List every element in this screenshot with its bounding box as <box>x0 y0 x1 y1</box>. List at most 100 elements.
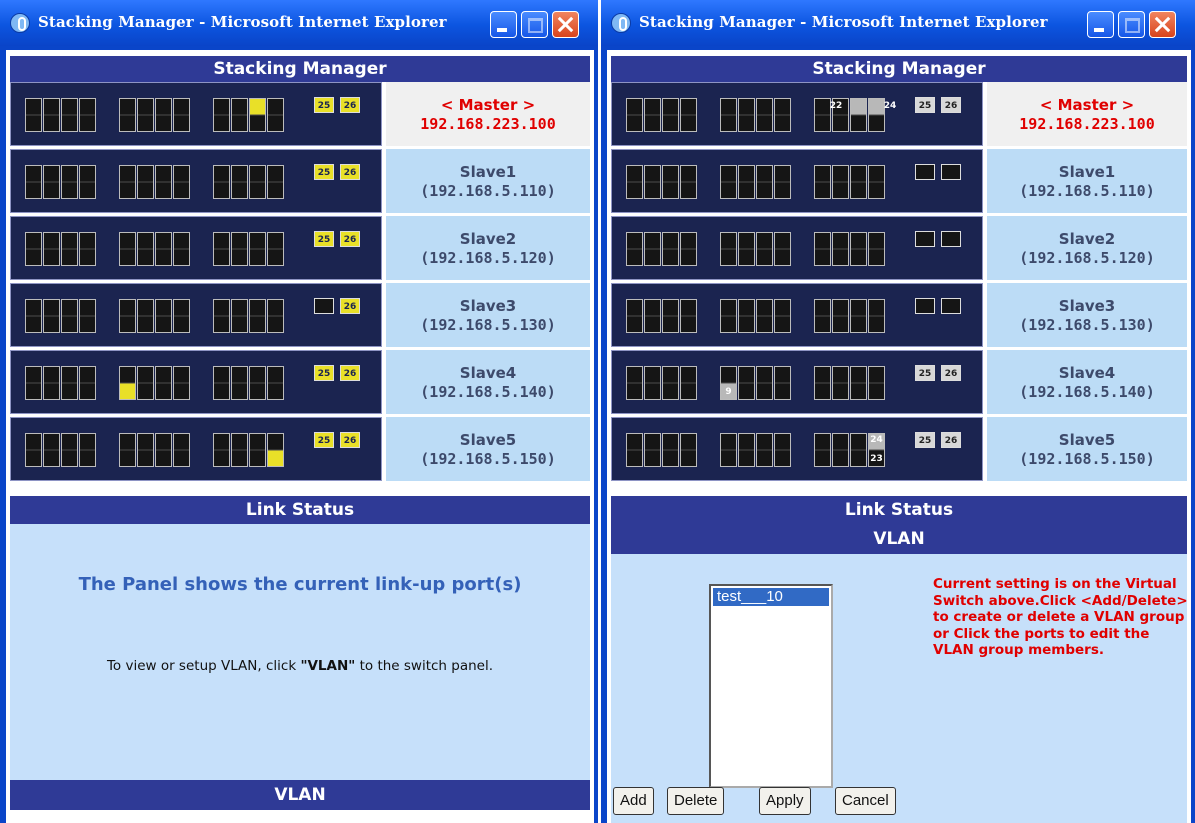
switch-row-slave1[interactable]: 25 26 Slave1 (192.168.5.110) <box>10 149 590 213</box>
uplink-port-26[interactable] <box>941 164 961 180</box>
switch-panel[interactable]: 25 26 <box>10 350 382 414</box>
minimize-button[interactable] <box>490 11 517 38</box>
uplink-port-26[interactable]: 26 <box>340 164 360 180</box>
window-title: Stacking Manager - Microsoft Internet Ex… <box>38 13 447 31</box>
uplink-port-26[interactable]: 26 <box>340 365 360 381</box>
uplink-port-25[interactable]: 25 <box>915 365 935 381</box>
maximize-button[interactable] <box>521 11 548 38</box>
uplink-port-26[interactable]: 26 <box>941 365 961 381</box>
uplink-port-26[interactable]: 26 <box>340 432 360 448</box>
uplink-port-25[interactable]: 25 <box>314 432 334 448</box>
port-22-active[interactable] <box>249 98 266 132</box>
uplink-port-25[interactable]: 25 <box>314 97 334 113</box>
uplink-port-25[interactable] <box>314 298 334 314</box>
switch-info: Slave3 (192.168.5.130) <box>386 283 590 347</box>
maximize-button[interactable] <box>1118 11 1145 38</box>
vlan-tab[interactable]: VLAN <box>611 524 1187 554</box>
switch-label: Slave5 <box>459 431 517 449</box>
switch-row-slave2[interactable]: 25 26 Slave2 (192.168.5.120) <box>10 216 590 280</box>
stacking-manager-window-left: Stacking Manager - Microsoft Internet Ex… <box>0 0 598 823</box>
panel-message: To view or setup VLAN, click "VLAN" to t… <box>106 658 494 674</box>
switch-ip: (192.168.5.140) <box>1019 383 1155 401</box>
switch-ip: (192.168.5.130) <box>1019 316 1155 334</box>
switch-row-slave5[interactable]: 24 23 25 26 Slave5 (192.168.5.150) <box>611 417 1187 481</box>
uplink-port-25[interactable]: 25 <box>314 365 334 381</box>
uplink-port-25[interactable] <box>915 164 935 180</box>
port-9-active[interactable] <box>119 366 136 400</box>
uplink-port-26[interactable]: 26 <box>340 298 360 314</box>
switch-panel[interactable] <box>611 216 983 280</box>
switch-row-slave1[interactable]: Slave1 (192.168.5.110) <box>611 149 1187 213</box>
link-status-tab[interactable]: Link Status <box>10 496 590 524</box>
switch-row-slave3[interactable]: 26 Slave3 (192.168.5.130) <box>10 283 590 347</box>
switch-panel[interactable]: 24 23 25 26 <box>611 417 983 481</box>
port-23-active[interactable] <box>267 433 284 467</box>
vlan-panel: test___10 Current setting is on the Virt… <box>611 554 1188 823</box>
port-label-24: 24 <box>883 101 897 111</box>
switch-row-master[interactable]: 25 26 < Master > 192.168.223.100 <box>10 82 590 146</box>
switch-panel[interactable]: 9 25 26 <box>611 350 983 414</box>
apply-button[interactable]: Apply <box>759 787 811 815</box>
switch-ip: (192.168.5.140) <box>420 383 556 401</box>
switch-row-slave4[interactable]: 9 25 26 Slave4 (192.168.5.140) <box>611 350 1187 414</box>
uplink-port-26[interactable]: 26 <box>340 231 360 247</box>
switch-label: Slave4 <box>1058 364 1116 382</box>
uplink-port-26[interactable]: 26 <box>340 97 360 113</box>
link-status-panel: The Panel shows the current link-up port… <box>10 524 590 780</box>
switch-label: Slave4 <box>459 364 517 382</box>
switch-ip: (192.168.5.130) <box>420 316 556 334</box>
port-group-1[interactable] <box>25 98 96 132</box>
add-button[interactable]: Add <box>613 787 654 815</box>
switch-info: Slave1 (192.168.5.110) <box>386 149 590 213</box>
port-22-member[interactable] <box>850 98 867 132</box>
switch-row-master[interactable]: 22 24 25 26 < Master > 192.168.223.100 <box>611 82 1187 146</box>
window-title: Stacking Manager - Microsoft Internet Ex… <box>639 13 1048 31</box>
uplink-port-26[interactable]: 26 <box>941 432 961 448</box>
switch-row-slave3[interactable]: Slave3 (192.168.5.130) <box>611 283 1187 347</box>
switch-row-slave4[interactable]: 25 26 Slave4 (192.168.5.140) <box>10 350 590 414</box>
switch-panel[interactable]: 25 26 <box>10 417 382 481</box>
stacking-manager-window-right: Stacking Manager - Microsoft Internet Ex… <box>601 0 1195 823</box>
switch-row-slave2[interactable]: Slave2 (192.168.5.120) <box>611 216 1187 280</box>
switch-panel[interactable] <box>611 283 983 347</box>
switch-row-slave5[interactable]: 25 26 Slave5 (192.168.5.150) <box>10 417 590 481</box>
port-group-3[interactable] <box>213 98 284 132</box>
uplink-port-26[interactable] <box>941 298 961 314</box>
title-bar[interactable]: Stacking Manager - Microsoft Internet Ex… <box>601 0 1195 46</box>
switch-panel[interactable]: 25 26 <box>10 149 382 213</box>
uplink-port-25[interactable]: 25 <box>915 432 935 448</box>
port-label-23: 23 <box>870 454 883 464</box>
vlan-list-item[interactable]: test___10 <box>713 588 829 606</box>
link-status-tab[interactable]: Link Status <box>611 496 1187 524</box>
switch-label: Slave2 <box>1058 230 1116 248</box>
title-bar[interactable]: Stacking Manager - Microsoft Internet Ex… <box>0 0 598 46</box>
uplink-port-26[interactable] <box>941 231 961 247</box>
client-area: Stacking Manager 22 24 25 26 < Master > … <box>607 50 1191 823</box>
switch-label: Slave2 <box>459 230 517 248</box>
close-button[interactable] <box>552 11 579 38</box>
switch-panel[interactable] <box>611 149 983 213</box>
switch-info: Slave2 (192.168.5.120) <box>987 216 1187 280</box>
uplink-port-25[interactable] <box>915 298 935 314</box>
switch-panel[interactable]: 25 26 <box>10 82 382 146</box>
minimize-button[interactable] <box>1087 11 1114 38</box>
switch-label: < Master > <box>440 96 536 114</box>
uplink-port-25[interactable] <box>915 231 935 247</box>
port-group-2[interactable] <box>119 98 190 132</box>
stacking-manager-header: Stacking Manager <box>611 56 1187 82</box>
switch-panel[interactable]: 26 <box>10 283 382 347</box>
uplink-port-25[interactable]: 25 <box>915 97 935 113</box>
delete-button[interactable]: Delete <box>667 787 725 815</box>
uplink-port-26[interactable]: 26 <box>941 97 961 113</box>
switch-label: < Master > <box>1039 96 1135 114</box>
vlan-list[interactable]: test___10 <box>709 584 833 788</box>
cancel-button[interactable]: Cancel <box>835 787 896 815</box>
switch-label: Slave3 <box>1058 297 1116 315</box>
uplink-port-25[interactable]: 25 <box>314 231 334 247</box>
uplink-port-25[interactable]: 25 <box>314 164 334 180</box>
switch-panel[interactable]: 22 24 25 26 <box>611 82 983 146</box>
switch-panel[interactable]: 25 26 <box>10 216 382 280</box>
vlan-tab[interactable]: VLAN <box>10 780 590 810</box>
close-button[interactable] <box>1149 11 1176 38</box>
switch-ip: (192.168.5.150) <box>1019 450 1155 468</box>
